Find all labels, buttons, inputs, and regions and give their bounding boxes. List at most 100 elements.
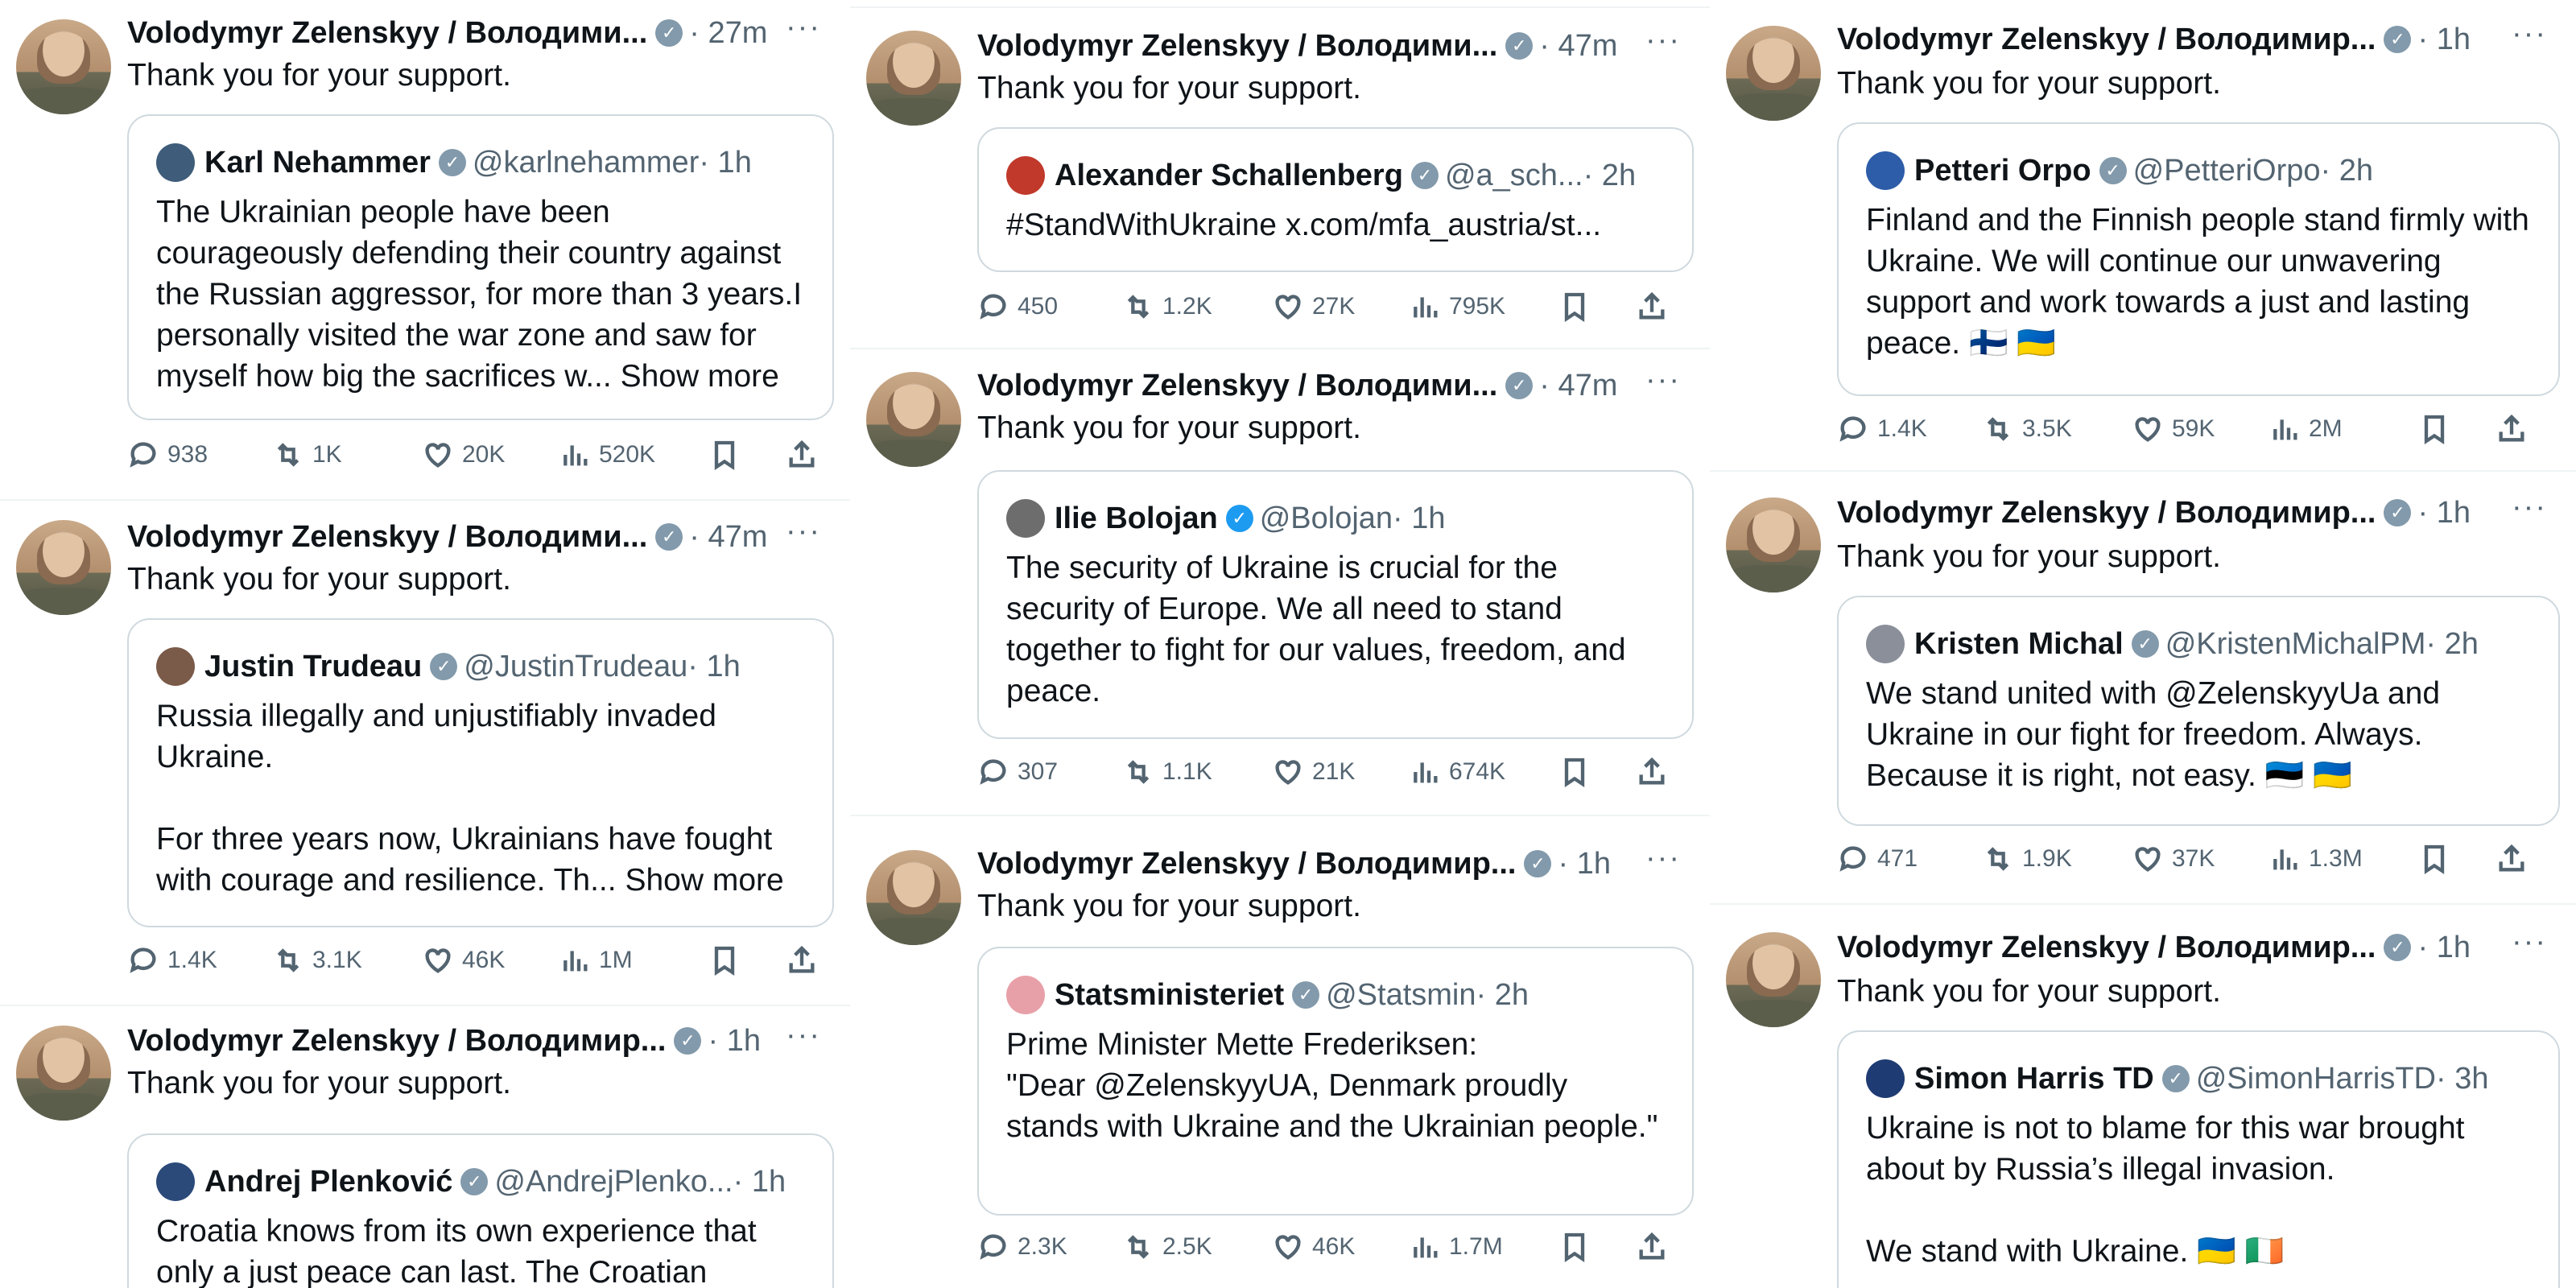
author-name[interactable]: Volodymyr Zelenskyy / Володимир... [127,1024,666,1059]
timestamp[interactable]: · 1h [699,146,751,180]
quoted-author-handle[interactable]: @KristenMichalPM [2165,627,2426,662]
timestamp[interactable]: · 3h [2436,1062,2488,1096]
reply-button[interactable]: 1.4K [1837,413,1982,445]
quoted-tweet[interactable]: Petteri Orpo ✓ @PetteriOrpo · 2h Finland… [1837,122,2560,396]
author-name[interactable]: Volodymyr Zelenskyy / Володимир... [1837,23,2376,57]
bookmark-button[interactable] [708,944,786,976]
quoted-author-handle[interactable]: @JustinTrudeau [464,650,687,684]
quoted-tweet[interactable]: Ilie Bolojan ✓ @Bolojan · 1h The securit… [977,470,1694,739]
author-name[interactable]: Volodymyr Zelenskyy / Володими... [977,369,1497,403]
avatar[interactable] [866,31,961,126]
quoted-author-name[interactable]: Simon Harris TD [1914,1062,2154,1096]
author-name[interactable]: Volodymyr Zelenskyy / Володимир... [977,847,1516,881]
author-name[interactable]: Volodymyr Zelenskyy / Володимир... [1837,931,2376,965]
timestamp[interactable]: · 2h [1583,159,1636,193]
avatar[interactable] [156,143,195,182]
quoted-tweet[interactable]: Kristen Michal ✓ @KristenMichalPM · 2h W… [1837,596,2560,826]
tweet-card[interactable]: Volodymyr Zelenskyy / Володимир... ✓ · 1… [1710,0,2576,470]
bookmark-button[interactable] [1558,756,1636,788]
timestamp[interactable]: · 1h [687,650,740,684]
quoted-tweet[interactable]: Simon Harris TD ✓ @SimonHarrisTD · 3h Uk… [1837,1030,2560,1288]
share-button[interactable] [2496,413,2528,445]
views-button[interactable]: 674K [1409,756,1558,788]
bookmark-button[interactable] [2418,843,2496,875]
more-options-icon[interactable]: ··· [786,515,821,547]
reply-button[interactable]: 471 [1837,843,1982,875]
timestamp[interactable]: · 2h [1476,978,1529,1013]
quoted-author-name[interactable]: Kristen Michal [1914,627,2124,662]
quoted-author-name[interactable]: Justin Trudeau [204,650,422,684]
reply-button[interactable]: 1.4K [127,944,272,976]
quoted-author-handle[interactable]: @karlnehammer [473,146,699,180]
more-options-icon[interactable]: ··· [1645,364,1681,396]
avatar[interactable] [1866,151,1905,190]
share-button[interactable] [786,439,818,471]
avatar[interactable] [156,1162,195,1201]
tweet-card[interactable]: Volodymyr Zelenskyy / Володимир... ✓ · 1… [0,1005,850,1288]
avatar[interactable] [866,850,961,945]
share-button[interactable] [1636,756,1668,788]
more-options-icon[interactable]: ··· [1645,842,1681,874]
tweet-card[interactable]: Volodymyr Zelenskyy / Володими... ✓ · 47… [850,6,1710,348]
author-name[interactable]: Volodymyr Zelenskyy / Володимир... [1837,496,2376,530]
share-button[interactable] [1636,291,1668,323]
like-button[interactable]: 46K [422,944,559,976]
quoted-author-handle[interactable]: @Statsmin [1326,978,1476,1013]
views-button[interactable]: 1.3M [2268,843,2418,875]
tweet-card[interactable]: Volodymyr Zelenskyy / Володимир... ✓ · 1… [1710,903,2576,1288]
avatar[interactable] [1726,26,1821,121]
share-button[interactable] [786,944,818,976]
more-options-icon[interactable]: ··· [786,1019,821,1051]
timestamp[interactable]: · 1h [733,1165,786,1199]
author-name[interactable]: Volodymyr Zelenskyy / Володими... [977,29,1497,64]
tweet-card[interactable]: Volodymyr Zelenskyy / Володимир... ✓ · 1… [1710,470,2576,903]
bookmark-button[interactable] [708,439,786,471]
timestamp[interactable]: · 47m [1539,369,1617,403]
author-name[interactable]: Volodymyr Zelenskyy / Володими... [127,16,647,51]
bookmark-button[interactable] [2418,413,2496,445]
quoted-author-name[interactable]: Petteri Orpo [1914,154,2091,188]
quoted-tweet[interactable]: Andrej Plenković ✓ @AndrejPlenko... · 1h… [127,1133,834,1288]
timestamp[interactable]: · 1h [708,1024,760,1059]
repost-button[interactable]: 1.1K [1122,756,1272,788]
quoted-author-name[interactable]: Andrej Plenković [204,1165,452,1199]
quoted-tweet[interactable]: Alexander Schallenberg ✓ @a_sch... · 2h … [977,127,1694,272]
repost-button[interactable]: 3.5K [1982,413,2132,445]
quoted-tweet[interactable]: Karl Nehammer ✓ @karlnehammer · 1h The U… [127,114,834,420]
timestamp[interactable]: · 27m [689,16,767,51]
quoted-author-handle[interactable]: @AndrejPlenko... [494,1165,733,1199]
like-button[interactable]: 27K [1272,291,1409,323]
show-more-link[interactable]: Show more [625,863,783,898]
tweet-card[interactable]: Volodymyr Zelenskyy / Володими... ✓ · 47… [0,499,850,1005]
quoted-author-handle[interactable]: @SimonHarrisTD [2196,1062,2436,1096]
timestamp[interactable]: · 2h [2321,154,2373,188]
reply-button[interactable]: 450 [977,291,1122,323]
timestamp[interactable]: · 1h [1393,502,1445,536]
avatar[interactable] [1006,156,1045,195]
quoted-tweet[interactable]: Statsministeriet ✓ @Statsmin · 2h Prime … [977,947,1694,1216]
repost-button[interactable]: 1.2K [1122,291,1272,323]
avatar[interactable] [1726,932,1821,1027]
more-options-icon[interactable]: ··· [1645,24,1681,56]
tweet-card[interactable]: Volodymyr Zelenskyy / Володими... ✓ · 47… [850,348,1710,815]
repost-button[interactable]: 1.9K [1982,843,2132,875]
quoted-author-handle[interactable]: @Bolojan [1260,502,1393,536]
timestamp[interactable]: · 1h [2417,23,2470,57]
like-button[interactable]: 21K [1272,756,1409,788]
timestamp[interactable]: · 2h [2425,627,2478,662]
like-button[interactable]: 59K [2132,413,2268,445]
tweet-card[interactable]: Volodymyr Zelenskyy / Володими... ✓ · 27… [0,0,850,499]
like-button[interactable]: 46K [1272,1231,1409,1263]
views-button[interactable]: 795K [1409,291,1558,323]
timestamp[interactable]: · 1h [2417,931,2470,965]
quoted-author-handle[interactable]: @a_sch... [1445,159,1583,193]
timestamp[interactable]: · 47m [689,520,767,555]
more-options-icon[interactable]: ··· [2512,18,2547,50]
bookmark-button[interactable] [1558,1231,1636,1263]
reply-button[interactable]: 307 [977,756,1122,788]
reply-button[interactable]: 2.3K [977,1231,1122,1263]
timestamp[interactable]: · 1h [1558,847,1610,881]
more-options-icon[interactable]: ··· [786,11,821,43]
views-button[interactable]: 1.7M [1409,1231,1558,1263]
like-button[interactable]: 20K [422,439,559,471]
